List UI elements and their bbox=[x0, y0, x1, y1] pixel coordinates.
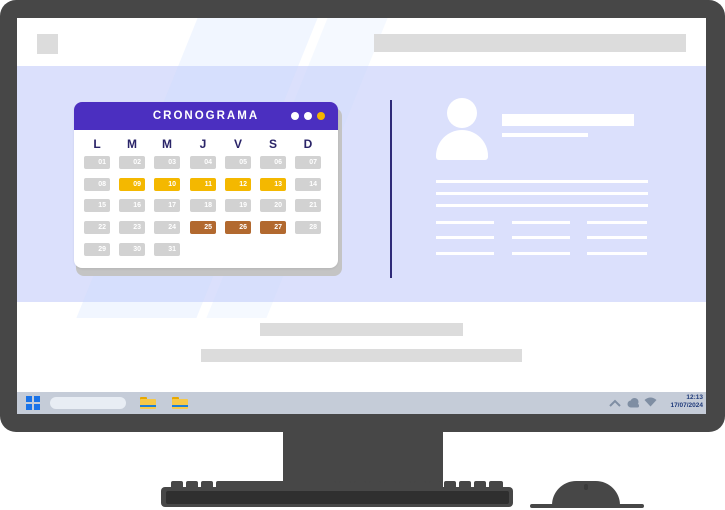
text-line-placeholder bbox=[436, 204, 648, 207]
name-placeholder bbox=[502, 114, 634, 126]
keyboard-inner bbox=[166, 491, 509, 504]
calendar-day[interactable]: 02 bbox=[119, 156, 145, 169]
calendar-day[interactable]: 06 bbox=[260, 156, 286, 169]
calendar-day[interactable]: 23 bbox=[119, 221, 145, 235]
calendar-day[interactable]: 31 bbox=[154, 242, 180, 256]
window-dot-icon bbox=[304, 112, 312, 120]
calendar-day[interactable]: 29 bbox=[84, 242, 110, 256]
text-line-placeholder bbox=[512, 236, 570, 239]
text-line-placeholder bbox=[436, 236, 494, 239]
calendar-day[interactable]: 30 bbox=[119, 242, 145, 256]
text-line-placeholder bbox=[512, 221, 570, 224]
monitor-stand bbox=[283, 432, 443, 488]
calendar-day[interactable]: 25 bbox=[190, 221, 216, 235]
text-line-placeholder bbox=[512, 252, 570, 255]
text-placeholder bbox=[201, 349, 522, 362]
calendar-day[interactable]: 05 bbox=[225, 156, 251, 169]
calendar-day[interactable]: 17 bbox=[154, 199, 180, 213]
calendar-day[interactable]: 03 bbox=[154, 156, 180, 169]
wifi-icon[interactable] bbox=[644, 397, 657, 407]
weekday-label: D bbox=[303, 137, 313, 151]
calendar-day[interactable]: 11 bbox=[190, 177, 216, 191]
calendar-day[interactable]: 14 bbox=[295, 177, 321, 191]
calendar-day[interactable]: 19 bbox=[225, 199, 251, 213]
weekday-label: S bbox=[268, 137, 277, 151]
calendar-day[interactable]: 08 bbox=[84, 177, 110, 191]
text-line-placeholder bbox=[436, 252, 494, 255]
weekday-label: J bbox=[199, 137, 207, 151]
taskbar-search[interactable] bbox=[50, 397, 126, 409]
calendar-day[interactable]: 15 bbox=[84, 199, 110, 213]
calendar-day[interactable]: 13 bbox=[260, 177, 286, 191]
calendar-card: CRONOGRAMA L M M J V S D 01 02 03 04 05 06 07 08 09 10 11… bbox=[74, 102, 338, 268]
subtitle-placeholder bbox=[502, 133, 588, 137]
calendar-day[interactable]: 01 bbox=[84, 156, 110, 169]
calendar-day[interactable]: 21 bbox=[295, 199, 321, 213]
calendar-day[interactable]: 07 bbox=[295, 156, 321, 169]
calendar-day[interactable]: 20 bbox=[260, 199, 286, 213]
window-dot-icon bbox=[291, 112, 299, 120]
weekday-label: M bbox=[127, 137, 137, 151]
calendar-day[interactable]: 16 bbox=[119, 199, 145, 213]
avatar-icon bbox=[447, 98, 477, 128]
calendar-day[interactable]: 27 bbox=[260, 221, 286, 235]
window-dot-icon bbox=[317, 112, 325, 120]
cloud-icon[interactable] bbox=[626, 397, 640, 408]
calendar-day[interactable]: 26 bbox=[225, 221, 251, 235]
folder-icon[interactable] bbox=[140, 397, 156, 409]
text-line-placeholder bbox=[587, 221, 647, 224]
taskbar: 12:13 17/07/2024 bbox=[17, 392, 706, 414]
calendar-day[interactable]: 28 bbox=[295, 221, 321, 235]
text-line-placeholder bbox=[587, 252, 647, 255]
text-line-placeholder bbox=[587, 236, 647, 239]
mouse-wheel bbox=[584, 484, 588, 490]
logo-placeholder bbox=[37, 34, 58, 54]
clock-time: 12:13 bbox=[686, 394, 703, 401]
text-line-placeholder bbox=[436, 180, 648, 183]
taskbar-clock[interactable]: 12:13 17/07/2024 bbox=[657, 394, 703, 410]
weekday-label: V bbox=[233, 137, 242, 151]
chevron-up-icon[interactable] bbox=[609, 398, 621, 408]
calendar-day[interactable]: 04 bbox=[190, 156, 216, 169]
screen: CRONOGRAMA L M M J V S D 01 02 03 04 05 06 07 08 09 10 11… bbox=[17, 18, 706, 414]
heading-placeholder bbox=[260, 323, 463, 336]
windows-start-icon[interactable] bbox=[26, 396, 40, 410]
text-line-placeholder bbox=[436, 221, 494, 224]
calendar-day[interactable]: 12 bbox=[225, 177, 251, 191]
divider bbox=[390, 100, 392, 278]
nav-placeholder bbox=[374, 34, 686, 52]
weekday-label: L bbox=[93, 137, 101, 151]
weekday-label: M bbox=[162, 137, 172, 151]
clock-date: 17/07/2024 bbox=[670, 402, 703, 409]
calendar-day[interactable]: 09 bbox=[119, 177, 145, 191]
folder-icon[interactable] bbox=[172, 397, 188, 409]
text-line-placeholder bbox=[436, 192, 648, 195]
calendar-day[interactable]: 24 bbox=[154, 221, 180, 235]
mousepad bbox=[530, 504, 644, 508]
calendar-day[interactable]: 10 bbox=[154, 177, 180, 191]
calendar-day[interactable]: 18 bbox=[190, 199, 216, 213]
calendar-day[interactable]: 22 bbox=[84, 221, 110, 235]
